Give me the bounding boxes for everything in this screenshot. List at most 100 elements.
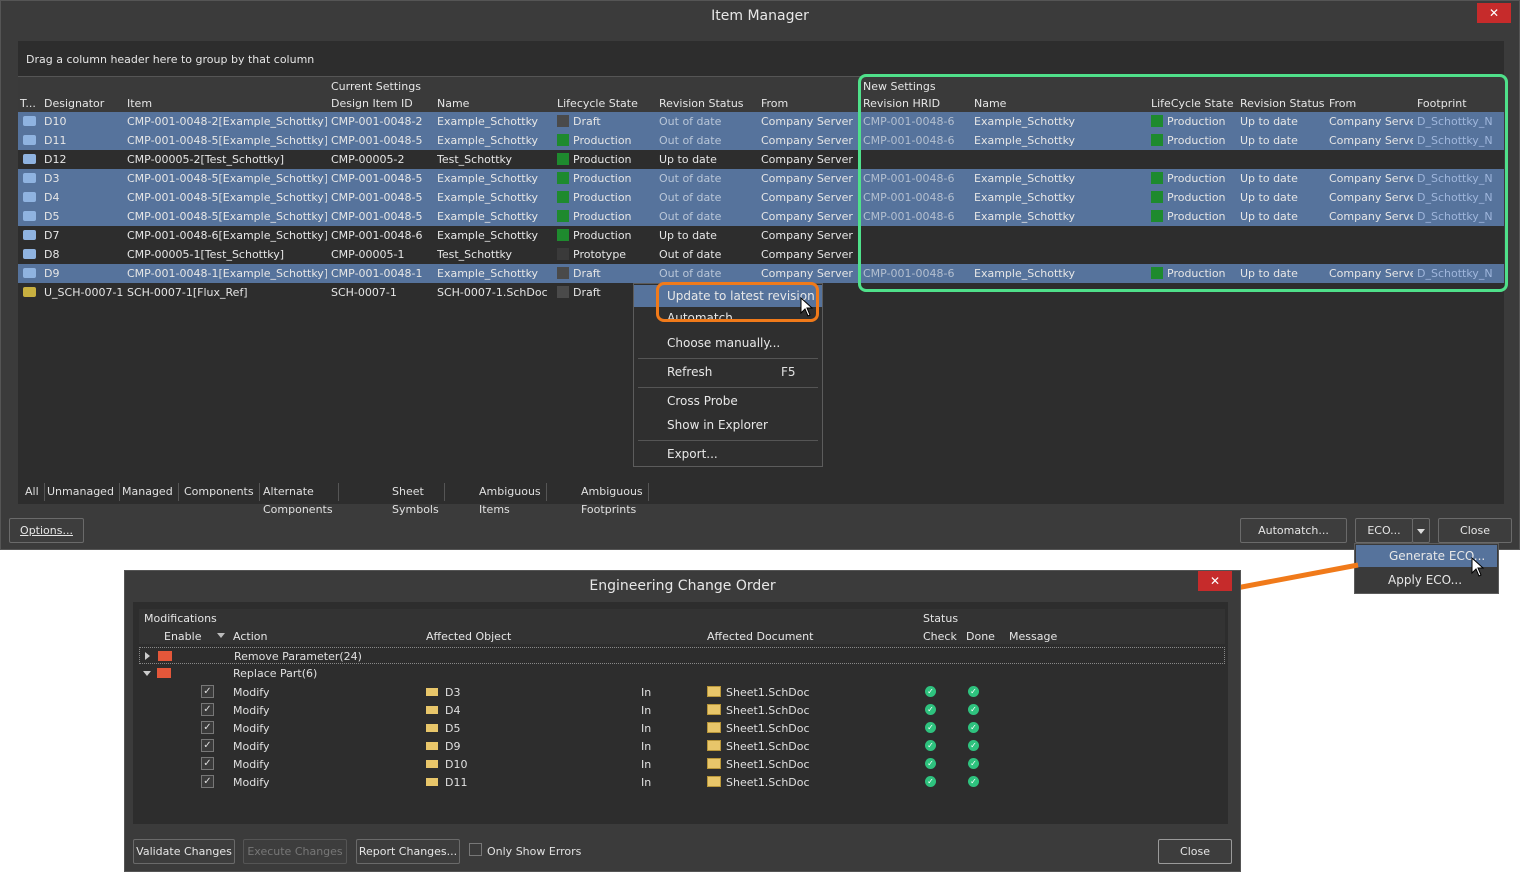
close-button[interactable]: Close: [1438, 518, 1512, 543]
col-from[interactable]: From: [761, 97, 788, 110]
expand-arrow-icon[interactable]: [145, 652, 150, 660]
group-row-remove-parameter[interactable]: Remove Parameter(24): [139, 647, 1225, 664]
component-icon: [23, 154, 36, 164]
cell-did: CMP-001-0048-5: [331, 210, 423, 223]
document-icon: [707, 704, 721, 715]
col-affected-document[interactable]: Affected Document: [707, 630, 813, 643]
menu-item-show-in-explorer[interactable]: Show in Explorer: [634, 414, 822, 436]
menu-item-export[interactable]: Export...: [634, 443, 822, 465]
cell-item: SCH-0007-1[Flux_Ref]: [127, 286, 248, 299]
enable-checkbox[interactable]: ✓: [201, 757, 214, 770]
folder-icon: [157, 668, 171, 678]
tab-managed[interactable]: Managed: [117, 483, 179, 501]
col-done[interactable]: Done: [966, 630, 995, 643]
cell-item: CMP-001-0048-5[Example_Schottky]: [127, 210, 327, 223]
cell-des: D8: [44, 248, 60, 261]
cell-name: SCH-0007-1.SchDoc: [437, 286, 548, 299]
automatch-button[interactable]: Automatch...: [1240, 518, 1347, 543]
lifecycle-swatch-icon: [557, 286, 569, 298]
enable-checkbox[interactable]: ✓: [201, 721, 214, 734]
cell-rev: Out of date: [659, 248, 722, 261]
in-cell: In: [641, 704, 652, 717]
affected-document-cell: Sheet1.SchDoc: [707, 758, 810, 771]
col-revision-status[interactable]: Revision Status: [659, 97, 744, 110]
cell-des: D11: [44, 134, 67, 147]
document-label: Sheet1.SchDoc: [726, 722, 810, 735]
menu-item-cross-probe[interactable]: Cross Probe: [634, 390, 822, 412]
col-name[interactable]: Name: [437, 97, 469, 110]
group-label: Remove Parameter(24): [234, 650, 362, 663]
lifecycle-swatch-icon: [557, 153, 569, 165]
in-cell: In: [641, 776, 652, 789]
cell-from: Company Server: [761, 172, 853, 185]
col-action[interactable]: Action: [233, 630, 267, 643]
item-manager-close-x-button[interactable]: ✕: [1477, 3, 1511, 23]
col-lifecycle-state[interactable]: Lifecycle State: [557, 97, 638, 110]
col-design-item-id[interactable]: Design Item ID: [331, 97, 413, 110]
eco-row[interactable]: ✓ Modify D4 In Sheet1.SchDoc ✓ ✓: [139, 701, 1225, 719]
filter-icon[interactable]: [217, 633, 225, 638]
tab-alternate-components[interactable]: Alternate Components: [258, 483, 339, 516]
cell-life: Production: [557, 134, 632, 147]
mouse-cursor-icon: [1471, 557, 1485, 577]
action-cell: Modify: [233, 758, 270, 771]
enable-checkbox[interactable]: ✓: [201, 703, 214, 716]
execute-changes-button[interactable]: Execute Changes: [243, 839, 347, 864]
eco-close-button[interactable]: Close: [1158, 839, 1232, 864]
cell-did: CMP-001-0048-2: [331, 115, 423, 128]
report-changes-button[interactable]: Report Changes...: [356, 839, 460, 864]
col-affected-object[interactable]: Affected Object: [426, 630, 511, 643]
eco-button[interactable]: ECO...: [1355, 518, 1413, 543]
eco-dropdown-button[interactable]: [1412, 518, 1430, 543]
check-ok-icon: ✓: [925, 686, 936, 697]
tab-components[interactable]: Components: [179, 483, 260, 501]
eco-close-x-button[interactable]: ✕: [1198, 571, 1232, 591]
col-type[interactable]: T...: [20, 97, 36, 110]
col-item[interactable]: Item: [127, 97, 152, 110]
tab-sheet-symbols[interactable]: Sheet Symbols: [387, 483, 445, 516]
enable-checkbox[interactable]: ✓: [201, 739, 214, 752]
col-enable[interactable]: Enable: [164, 630, 201, 643]
only-show-errors-checkbox[interactable]: [469, 843, 482, 856]
validate-changes-button[interactable]: Validate Changes: [133, 839, 235, 864]
lifecycle-label: Prototype: [573, 248, 627, 261]
tab-ambiguous-footprints[interactable]: Ambiguous Footprints: [576, 483, 649, 516]
action-cell: Modify: [233, 776, 270, 789]
group-row-replace-part[interactable]: Replace Part(6): [139, 665, 1225, 682]
cell-item: CMP-00005-1[Test_Schottky]: [127, 248, 285, 261]
tab-ambiguous-items[interactable]: Ambiguous Items: [474, 483, 547, 516]
collapse-arrow-icon[interactable]: [143, 671, 151, 676]
eco-window: Engineering Change Order ✕ Modifications…: [124, 570, 1241, 872]
done-ok-icon: ✓: [968, 686, 979, 697]
col-designator[interactable]: Designator: [44, 97, 104, 110]
cell-life: Production: [557, 191, 632, 204]
cell-life: Production: [557, 153, 632, 166]
document-icon: [707, 740, 721, 751]
cell-from: Company Server: [761, 267, 853, 280]
cell-name: Example_Schottky: [437, 267, 539, 280]
component-icon: [426, 742, 438, 750]
tab-unmanaged[interactable]: Unmanaged: [42, 483, 120, 501]
lifecycle-swatch-icon: [557, 248, 569, 260]
affected-document-cell: Sheet1.SchDoc: [707, 776, 810, 789]
eco-row[interactable]: ✓ Modify D9 In Sheet1.SchDoc ✓ ✓: [139, 737, 1225, 755]
col-message[interactable]: Message: [1009, 630, 1057, 643]
cell-from: Company Server: [761, 134, 853, 147]
enable-checkbox[interactable]: ✓: [201, 775, 214, 788]
eco-row[interactable]: ✓ Modify D11 In Sheet1.SchDoc ✓ ✓: [139, 773, 1225, 791]
cell-did: CMP-001-0048-1: [331, 267, 423, 280]
menu-separator: [638, 440, 818, 441]
tab-all[interactable]: All: [20, 483, 45, 501]
eco-row[interactable]: ✓ Modify D5 In Sheet1.SchDoc ✓ ✓: [139, 719, 1225, 737]
enable-checkbox[interactable]: ✓: [201, 685, 214, 698]
eco-row[interactable]: ✓ Modify D3 In Sheet1.SchDoc ✓ ✓: [139, 683, 1225, 701]
menu-item-choose-manually[interactable]: Choose manually...: [634, 332, 822, 354]
eco-band: Modifications Status: [139, 609, 1225, 627]
affected-object-cell: D3: [445, 686, 461, 699]
component-icon: [23, 249, 36, 259]
options-button[interactable]: Options...: [9, 518, 84, 543]
col-check[interactable]: Check: [923, 630, 957, 643]
eco-row[interactable]: ✓ Modify D10 In Sheet1.SchDoc ✓ ✓: [139, 755, 1225, 773]
update-callout-highlight: [656, 282, 819, 322]
lifecycle-label: Draft: [573, 286, 601, 299]
